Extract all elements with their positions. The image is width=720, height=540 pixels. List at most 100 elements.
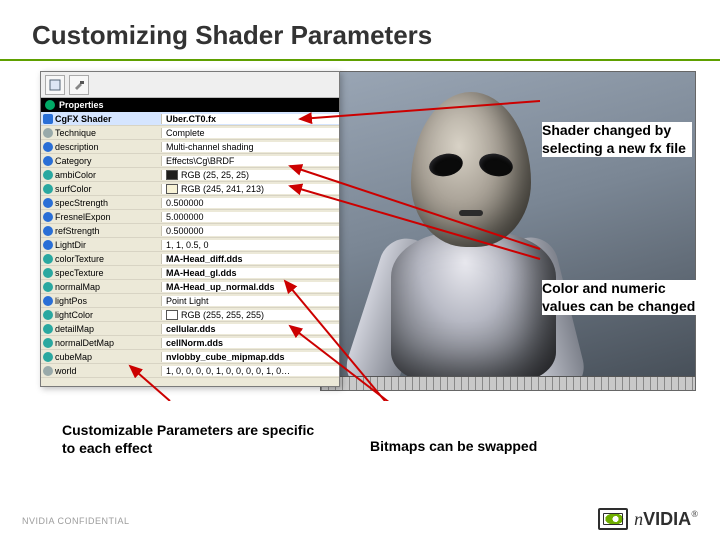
prop-name: Technique (55, 128, 96, 138)
prop-name: colorTexture (55, 254, 104, 264)
prop-icon (43, 268, 53, 278)
prop-icon (43, 156, 53, 166)
prop-icon (43, 352, 53, 362)
prop-name: refStrength (55, 226, 100, 236)
hammer-icon (73, 79, 85, 91)
callout-fx: Shader changed by selecting a new fx fil… (542, 122, 692, 157)
property-row[interactable]: colorTexture MA-Head_diff.dds (41, 252, 339, 266)
color-swatch[interactable] (166, 310, 178, 320)
callout-specific: Customizable Parameters are specific to … (62, 422, 322, 457)
prop-name: normalDetMap (55, 338, 114, 348)
prop-value[interactable]: Point Light (166, 296, 209, 306)
prop-value[interactable]: cellNorm.dds (166, 338, 223, 348)
title-underline (0, 59, 720, 61)
prop-icon (43, 128, 53, 138)
prop-icon (43, 226, 53, 236)
prop-name: world (55, 366, 77, 376)
property-row[interactable]: FresnelExpon 5.000000 (41, 210, 339, 224)
prop-icon (43, 324, 53, 334)
nvidia-logo: nVIDIA® (598, 508, 698, 530)
timeline-ruler[interactable] (321, 376, 695, 390)
shader-icon (43, 114, 53, 124)
prop-value[interactable]: Effects\Cg\BRDF (166, 156, 234, 166)
prop-name: wvp (55, 380, 71, 381)
prop-icon (43, 254, 53, 264)
property-row[interactable]: specTexture MA-Head_gl.dds (41, 266, 339, 280)
prop-value[interactable]: 1, 1, 0.5, 0 (166, 240, 209, 250)
prop-name: ambiColor (55, 170, 96, 180)
prop-icon (43, 240, 53, 250)
prop-value[interactable]: MA-Head_gl.dds (166, 268, 237, 278)
prop-name: detailMap (55, 324, 94, 334)
prop-icon (43, 170, 53, 180)
confidential-footer: NVIDIA CONFIDENTIAL (22, 516, 130, 526)
prop-name: specStrength (55, 198, 108, 208)
prop-icon (43, 366, 53, 376)
property-row[interactable]: Technique Complete (41, 126, 339, 140)
property-row[interactable]: detailMap cellular.dds (41, 322, 339, 336)
prop-name: description (55, 142, 99, 152)
prop-value[interactable]: MA-Head_diff.dds (166, 254, 243, 264)
viewport-3d[interactable] (320, 71, 696, 391)
prop-value[interactable]: MA-Head_up_normal.dds (166, 282, 275, 292)
slide-title: Customizing Shader Parameters (0, 0, 720, 59)
property-row[interactable]: lightPos Point Light (41, 294, 339, 308)
property-row[interactable]: normalDetMap cellNorm.dds (41, 336, 339, 350)
property-row[interactable]: normalMapMA-Head_up_normal.dds (41, 280, 339, 294)
prop-icon (43, 338, 53, 348)
prop-value[interactable]: 3.33705, 3.2775, 6.124785,0.08… (166, 380, 303, 381)
expand-dot-icon (45, 100, 55, 110)
prop-icon (43, 296, 53, 306)
shader-file[interactable]: Uber.CT0.fx (166, 114, 216, 124)
prop-name: cubeMap (55, 352, 92, 362)
property-row[interactable]: wvp 3.33705, 3.2775, 6.124785,0.08… (41, 378, 339, 380)
prop-icon (43, 198, 53, 208)
property-row[interactable]: world 1, 0, 0, 0, 0, 1, 0, 0, 0, 0, 1, 0… (41, 364, 339, 378)
prop-value[interactable]: RGB (255, 255, 255) (181, 310, 264, 320)
property-row[interactable]: LightDir1, 1, 0.5, 0 (41, 238, 339, 252)
panel-header-label: Properties (59, 100, 104, 110)
content-stage: Properties CgFX Shader Uber.CT0.fx Techn… (40, 71, 696, 391)
toolbar-button-1[interactable] (45, 75, 65, 95)
prop-name: Category (55, 156, 92, 166)
toolbar-button-2[interactable] (69, 75, 89, 95)
property-row[interactable]: Category Effects\Cg\BRDF (41, 154, 339, 168)
nvidia-eye-icon (598, 508, 628, 530)
prop-icon (43, 142, 53, 152)
prop-icon (43, 310, 53, 320)
property-row[interactable]: cubeMap nvlobby_cube_mipmap.dds (41, 350, 339, 364)
prop-value[interactable]: cellular.dds (166, 324, 216, 334)
property-row[interactable]: description Multi-channel shading (41, 140, 339, 154)
prop-name: lightPos (55, 296, 87, 306)
property-row[interactable]: ambiColor RGB (25, 25, 25) (41, 168, 339, 182)
prop-value[interactable]: Complete (166, 128, 205, 138)
prop-value[interactable]: Multi-channel shading (166, 142, 254, 152)
sheet-icon (49, 79, 61, 91)
prop-icon (43, 212, 53, 222)
color-swatch[interactable] (166, 170, 178, 180)
prop-icon (43, 184, 53, 194)
color-swatch[interactable] (166, 184, 178, 194)
prop-value[interactable]: nvlobby_cube_mipmap.dds (166, 352, 285, 362)
prop-value[interactable]: 5.000000 (166, 212, 204, 222)
prop-name: surfColor (55, 184, 92, 194)
prop-name: specTexture (55, 268, 104, 278)
callout-values: Color and numeric values can be changed (542, 280, 712, 315)
prop-value[interactable]: RGB (25, 25, 25) (181, 170, 249, 180)
shader-row[interactable]: CgFX Shader Uber.CT0.fx (41, 112, 339, 126)
nvidia-wordmark: nVIDIA® (634, 509, 698, 530)
callout-bitmaps: Bitmaps can be swapped (370, 438, 550, 456)
property-row[interactable]: surfColor RGB (245, 241, 213) (41, 182, 339, 196)
prop-icon (43, 380, 53, 381)
prop-name: FresnelExpon (55, 212, 111, 222)
panel-header-bar[interactable]: Properties (41, 98, 339, 112)
prop-value[interactable]: 1, 0, 0, 0, 0, 1, 0, 0, 0, 0, 1, 0… (166, 366, 290, 376)
panel-body: CgFX Shader Uber.CT0.fx Technique Complet… (41, 112, 339, 380)
shader-label: CgFX Shader (55, 114, 112, 124)
property-row[interactable]: lightColorRGB (255, 255, 255) (41, 308, 339, 322)
prop-value[interactable]: 0.500000 (166, 226, 204, 236)
prop-value[interactable]: RGB (245, 241, 213) (181, 184, 264, 194)
property-row[interactable]: specStrength 0.500000 (41, 196, 339, 210)
prop-value[interactable]: 0.500000 (166, 198, 204, 208)
property-row[interactable]: refStrength 0.500000 (41, 224, 339, 238)
